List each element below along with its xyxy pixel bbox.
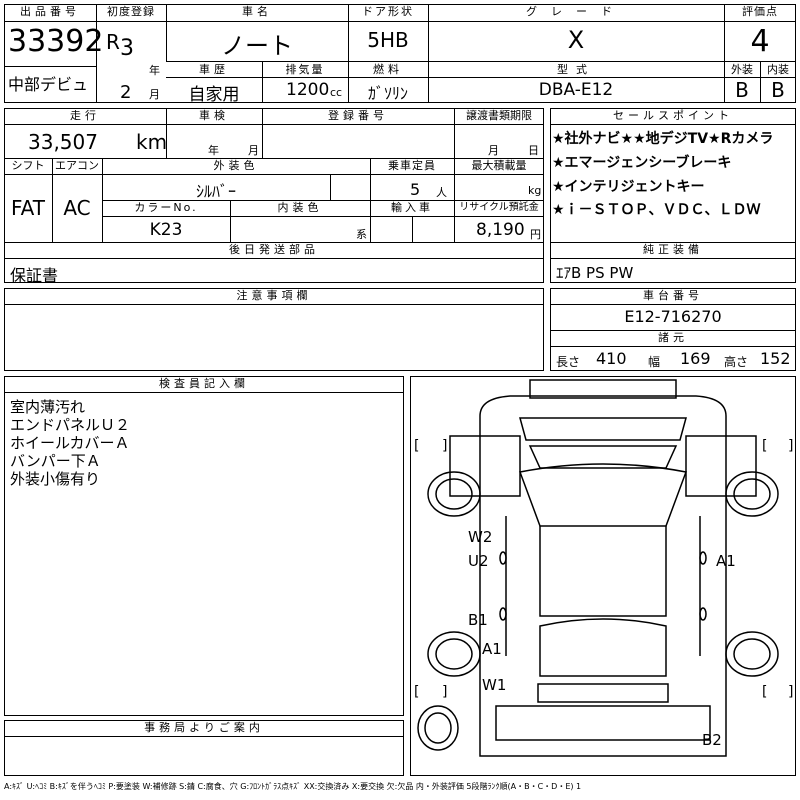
width-label: 幅	[648, 355, 661, 369]
ac: AC	[63, 196, 91, 220]
reg-month: 2	[120, 82, 132, 103]
lot-label: 出品番号	[20, 5, 80, 18]
equipment: ｴｱB PS PW	[556, 264, 634, 282]
damage-mark-a1-right: A1	[716, 552, 736, 570]
length: 410	[596, 349, 627, 368]
era: R	[106, 30, 120, 54]
fuel-label: 燃料	[373, 63, 403, 76]
svg-text:]: ]	[788, 438, 793, 454]
transfer-day-unit: 日	[528, 144, 539, 157]
reg-year: 3	[120, 36, 134, 61]
shift: FAT	[10, 196, 45, 220]
grade-label: グレード	[526, 5, 626, 18]
recycle-unit: 円	[530, 228, 541, 241]
interior-label: 内装	[767, 63, 789, 76]
selling-point-4: ★ｉ－ＳＴＯＰ、ＶＤＣ、ＬＤＷ	[552, 202, 761, 218]
score-label: 評価点	[742, 5, 778, 18]
fuel: ｶﾞｿﾘﾝ	[367, 84, 408, 103]
color-no: K23	[149, 220, 183, 240]
equipment-label: 純正装備	[643, 243, 703, 256]
svg-text:]: ]	[788, 684, 793, 700]
import-label: 輸入車	[391, 201, 433, 214]
later-parts: 保証書	[10, 266, 59, 285]
length-label: 長さ	[556, 355, 581, 369]
svg-text:[: [	[762, 438, 767, 454]
capacity-label: 乗車定員	[388, 159, 436, 172]
inspection-year-unit: 年	[208, 144, 219, 157]
transfer-label: 譲渡書類期限	[466, 109, 532, 122]
mileage-label: 走行	[70, 109, 100, 122]
inspector-label: 検査員記入欄	[159, 377, 249, 390]
later-label: 後日発送部品	[229, 243, 319, 256]
displacement: 1200	[286, 80, 330, 100]
spec-label: 諸元	[658, 331, 688, 344]
svg-text:[: [	[414, 438, 419, 454]
recycle-label: リサイクル預託金	[459, 202, 539, 213]
width: 169	[680, 349, 711, 368]
inspection-month-unit: 月	[248, 144, 259, 157]
inspector-line-5: 外装小傷有り	[10, 470, 101, 488]
selling-points-label: セールスポイント	[613, 109, 733, 122]
interior-grade: B	[771, 78, 785, 102]
color-label: 外装色	[213, 159, 259, 172]
damage-mark-b1: B1	[468, 611, 488, 629]
lot-number: 33392	[8, 24, 104, 59]
exterior-grade: B	[735, 78, 749, 102]
svg-text:[: [	[414, 684, 419, 700]
displacement-label: 排気量	[285, 63, 325, 76]
ac-label: エアコン	[55, 159, 99, 172]
grade: X	[567, 26, 585, 54]
shift-label: シフト	[11, 159, 45, 172]
selling-point-2: ★エマージェンシーブレーキ	[552, 155, 732, 171]
model: DBA-E12	[538, 80, 614, 100]
history-label: 車歴	[199, 63, 229, 76]
venue: 中部デビュ	[8, 75, 89, 94]
transfer-month-unit: 月	[488, 144, 499, 157]
damage-mark-b2: B2	[702, 731, 722, 749]
damage-mark-w1: W1	[482, 676, 507, 694]
chassis-label: 車台番号	[643, 289, 703, 302]
selling-point-1: ★社外ナビ★★地デジTV★Rカメラ	[552, 131, 774, 147]
int-color-label: 内装色	[277, 201, 323, 214]
car-name-label: 車名	[242, 5, 272, 18]
door-type: 5HB	[367, 28, 409, 52]
damage-mark-u2: U2	[468, 552, 489, 570]
month-unit: 月	[149, 88, 160, 101]
chassis-number: E12-716270	[624, 307, 722, 326]
color-no-label: カラーNo.	[134, 201, 198, 214]
color: ｼﾙﾊﾞｰ	[195, 182, 236, 201]
mileage-unit: km	[136, 130, 168, 154]
damage-mark-w2: W2	[468, 528, 493, 546]
car-name: ノート	[221, 32, 293, 60]
model-label: 型式	[557, 63, 595, 76]
notes-label: 注意事項欄	[236, 289, 312, 302]
load-unit: kg	[528, 184, 542, 197]
svg-text:]: ]	[442, 438, 447, 454]
score: 4	[750, 24, 770, 59]
damage-mark-a1-left: A1	[482, 640, 502, 658]
exterior-label: 外装	[731, 63, 753, 76]
reg-no-label: 登録番号	[328, 109, 388, 122]
year-unit: 年	[149, 64, 160, 77]
selling-point-3: ★インテリジェントキー	[552, 179, 705, 195]
capacity-unit: 人	[436, 186, 447, 199]
mileage: 33,507	[28, 130, 98, 154]
car-outline-diagram: [] [] [] []	[414, 379, 793, 757]
svg-text:]: ]	[442, 684, 447, 700]
legend: A:ｷｽﾞ U:ﾍｺﾐ B:ｷｽﾞを伴うﾍｺﾐ P:要塗装 W:補修跡 S:錆 …	[4, 782, 582, 791]
svg-text:[: [	[762, 684, 767, 700]
int-color-unit: 系	[356, 228, 367, 241]
capacity: 5	[410, 180, 421, 199]
recycle: 8,190	[476, 220, 525, 240]
door-label: ドア形状	[362, 5, 414, 18]
office-label: 事務局よりご案内	[144, 721, 264, 734]
height: 152	[760, 349, 791, 368]
displacement-unit: cc	[330, 86, 343, 99]
load-label: 最大積載量	[471, 159, 527, 172]
height-label: 高さ	[724, 355, 749, 369]
history: 自家用	[188, 85, 240, 105]
first-reg-label: 初度登録	[107, 5, 155, 18]
inspection-label: 車検	[199, 109, 229, 122]
